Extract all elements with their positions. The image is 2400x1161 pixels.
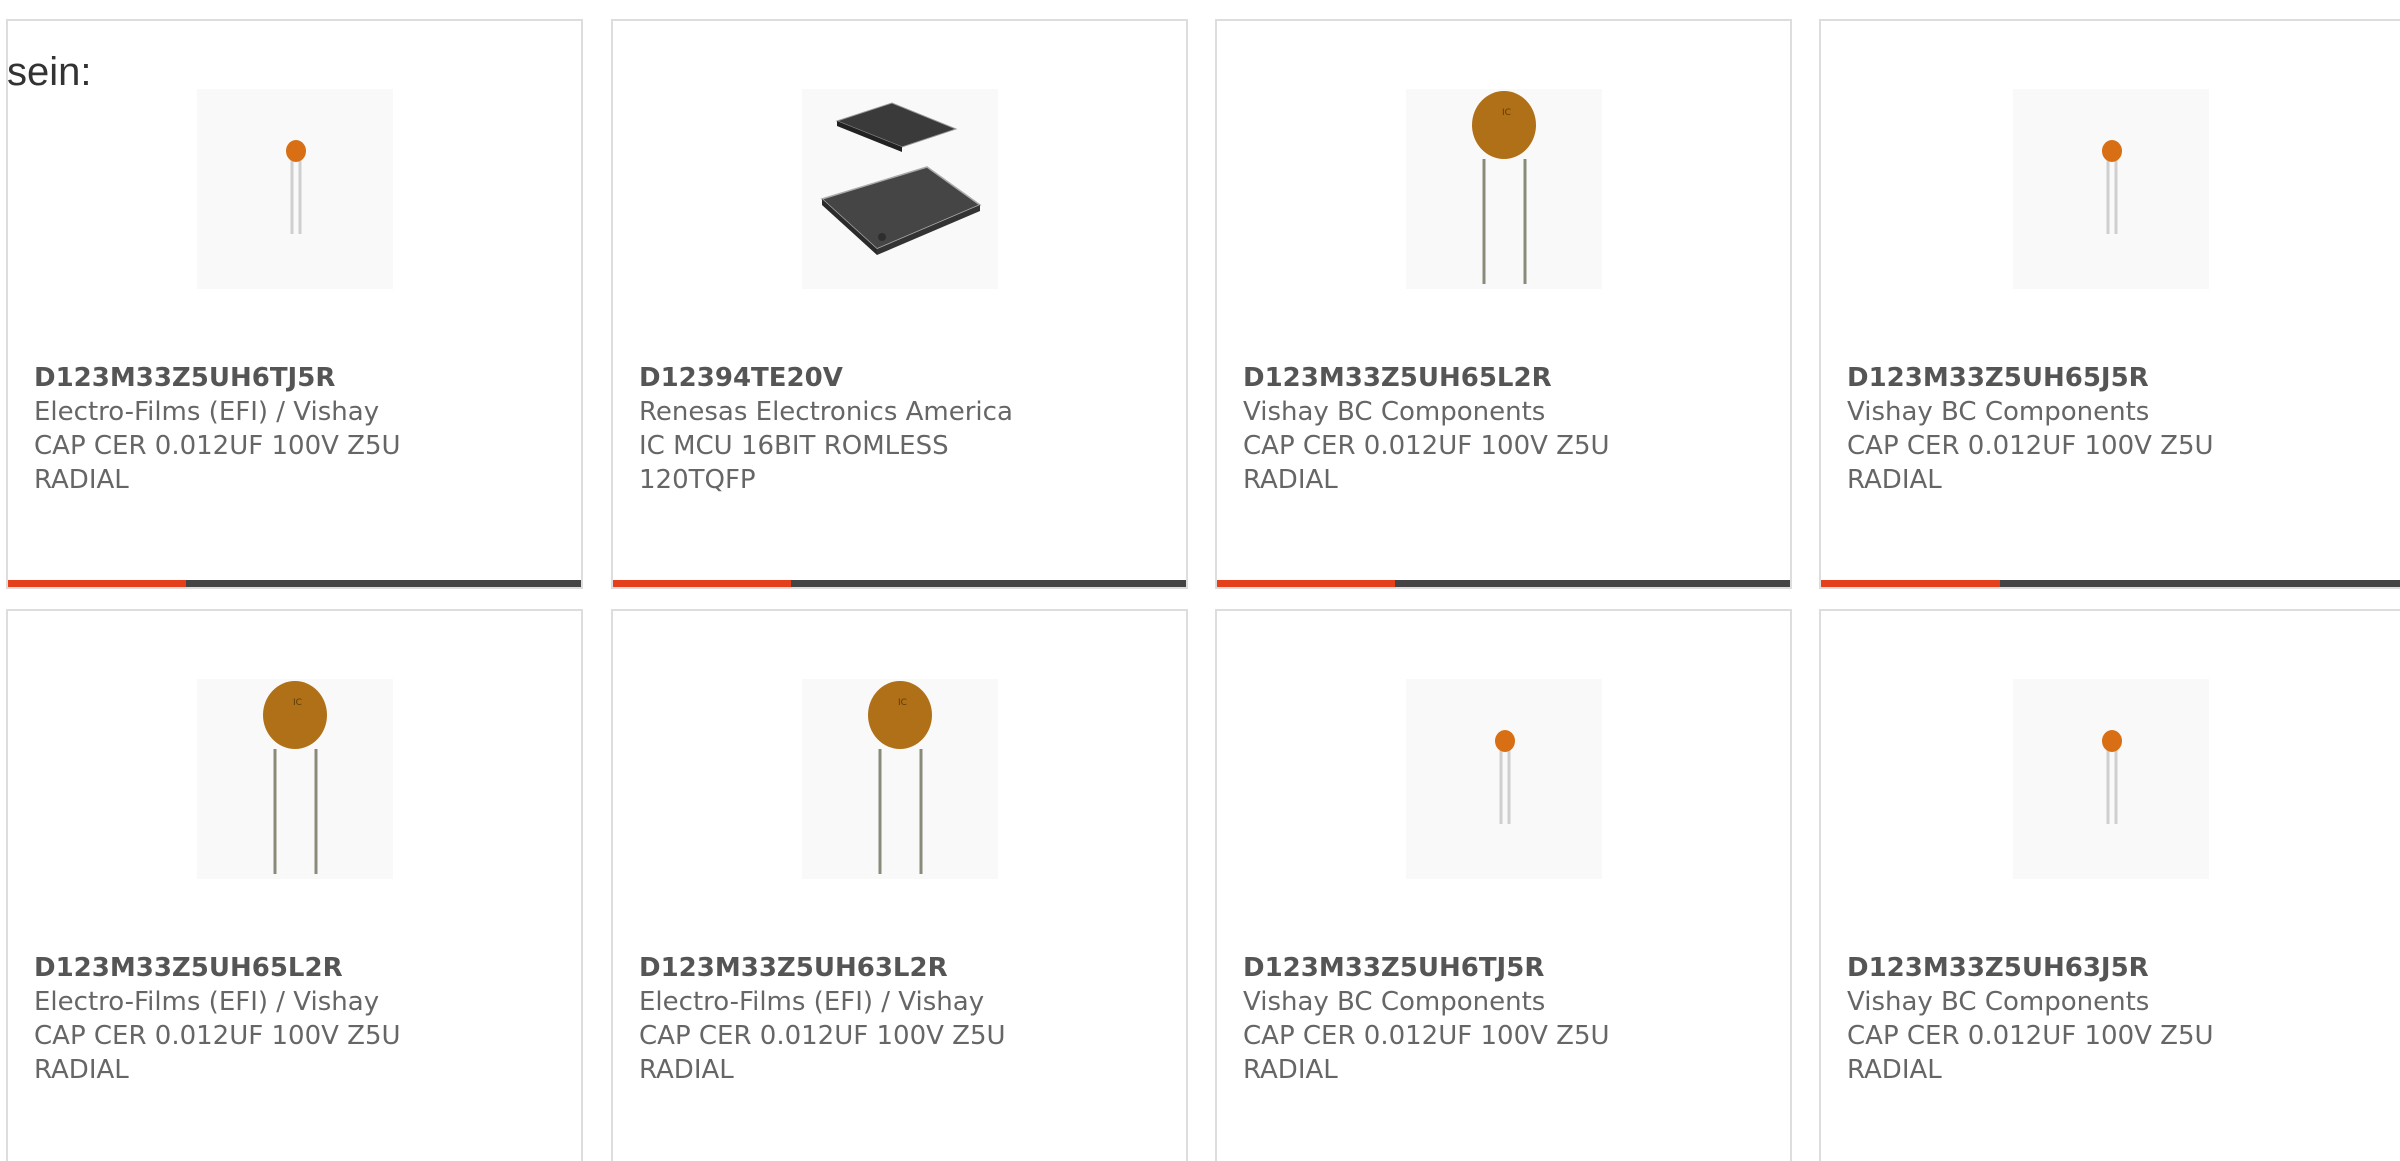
part-number-link[interactable]: D123M33Z5UH6TJ5R (34, 361, 561, 395)
small-ceramic-capacitor-icon[interactable] (196, 89, 393, 289)
small-ceramic-capacitor-icon[interactable] (2012, 679, 2209, 879)
product-info: D123M33Z5UH63J5R Vishay BC Components CA… (1847, 951, 2380, 1087)
progress-fill (613, 580, 791, 587)
manufacturer: Electro-Films (EFI) / Vishay (34, 987, 380, 1017)
svg-text:IC: IC (898, 698, 907, 708)
large-disc-capacitor-icon[interactable]: IC (1405, 89, 1602, 289)
manufacturer: Vishay BC Components (1847, 987, 2150, 1017)
description: CAP CER 0.012UF 100V Z5U RADIAL (1847, 1021, 2214, 1085)
part-number-link[interactable]: D123M33Z5UH65L2R (1243, 361, 1770, 395)
progress-bar (1217, 580, 1790, 587)
description: CAP CER 0.012UF 100V Z5U RADIAL (1243, 431, 1610, 495)
part-number-link[interactable]: D12394TE20V (639, 361, 1166, 395)
tqfp-chip-icon[interactable] (801, 89, 998, 289)
intro-text: sein: (7, 50, 92, 94)
large-disc-capacitor-icon[interactable]: IC (196, 679, 393, 879)
product-info: D123M33Z5UH63L2R Electro-Films (EFI) / V… (639, 951, 1166, 1087)
description: CAP CER 0.012UF 100V Z5U RADIAL (639, 1021, 1006, 1085)
product-card[interactable]: IC D123M33Z5UH65L2R Electro-Films (EFI) … (6, 609, 583, 1161)
product-card[interactable]: D12394TE20V Renesas Electronics America … (611, 19, 1188, 589)
description: IC MCU 16BIT ROMLESS 120TQFP (639, 431, 949, 495)
part-number-link[interactable]: D123M33Z5UH65L2R (34, 951, 561, 985)
progress-fill (8, 580, 186, 587)
product-info: D12394TE20V Renesas Electronics America … (639, 361, 1166, 497)
progress-fill (1217, 580, 1395, 587)
manufacturer: Vishay BC Components (1847, 397, 2150, 427)
svg-text:IC: IC (293, 698, 302, 708)
product-card[interactable]: D123M33Z5UH65J5R Vishay BC Components CA… (1819, 19, 2400, 589)
small-ceramic-capacitor-icon[interactable] (1405, 679, 1602, 879)
product-info: D123M33Z5UH65L2R Vishay BC Components CA… (1243, 361, 1770, 497)
progress-fill (1821, 580, 2001, 587)
progress-bar (613, 580, 1186, 587)
description: CAP CER 0.012UF 100V Z5U RADIAL (34, 431, 401, 495)
large-disc-capacitor-icon[interactable]: IC (801, 679, 998, 879)
product-card[interactable]: D123M33Z5UH6TJ5R Electro-Films (EFI) / V… (6, 19, 583, 589)
product-card[interactable]: D123M33Z5UH63J5R Vishay BC Components CA… (1819, 609, 2400, 1161)
product-card[interactable]: IC D123M33Z5UH65L2R Vishay BC Components… (1215, 19, 1792, 589)
description: CAP CER 0.012UF 100V Z5U RADIAL (1847, 431, 2214, 495)
product-info: D123M33Z5UH65L2R Electro-Films (EFI) / V… (34, 951, 561, 1087)
small-ceramic-capacitor-icon[interactable] (2012, 89, 2209, 289)
product-info: D123M33Z5UH65J5R Vishay BC Components CA… (1847, 361, 2380, 497)
progress-bar (8, 580, 581, 587)
part-number-link[interactable]: D123M33Z5UH63J5R (1847, 951, 2380, 985)
manufacturer: Vishay BC Components (1243, 987, 1546, 1017)
description: CAP CER 0.012UF 100V Z5U RADIAL (34, 1021, 401, 1085)
part-number-link[interactable]: D123M33Z5UH65J5R (1847, 361, 2380, 395)
manufacturer: Electro-Films (EFI) / Vishay (639, 987, 985, 1017)
product-grid-page: sein: D123M33Z5UH6TJ5R Electro-Films (EF… (0, 0, 2400, 1161)
svg-text:IC: IC (1502, 108, 1511, 118)
product-info: D123M33Z5UH6TJ5R Electro-Films (EFI) / V… (34, 361, 561, 497)
part-number-link[interactable]: D123M33Z5UH63L2R (639, 951, 1166, 985)
product-card[interactable]: IC D123M33Z5UH63L2R Electro-Films (EFI) … (611, 609, 1188, 1161)
manufacturer: Electro-Films (EFI) / Vishay (34, 397, 380, 427)
manufacturer: Vishay BC Components (1243, 397, 1546, 427)
part-number-link[interactable]: D123M33Z5UH6TJ5R (1243, 951, 1770, 985)
manufacturer: Renesas Electronics America (639, 397, 1013, 427)
product-card[interactable]: D123M33Z5UH6TJ5R Vishay BC Components CA… (1215, 609, 1792, 1161)
product-info: D123M33Z5UH6TJ5R Vishay BC Components CA… (1243, 951, 1770, 1087)
progress-bar (1821, 580, 2400, 587)
description: CAP CER 0.012UF 100V Z5U RADIAL (1243, 1021, 1610, 1085)
